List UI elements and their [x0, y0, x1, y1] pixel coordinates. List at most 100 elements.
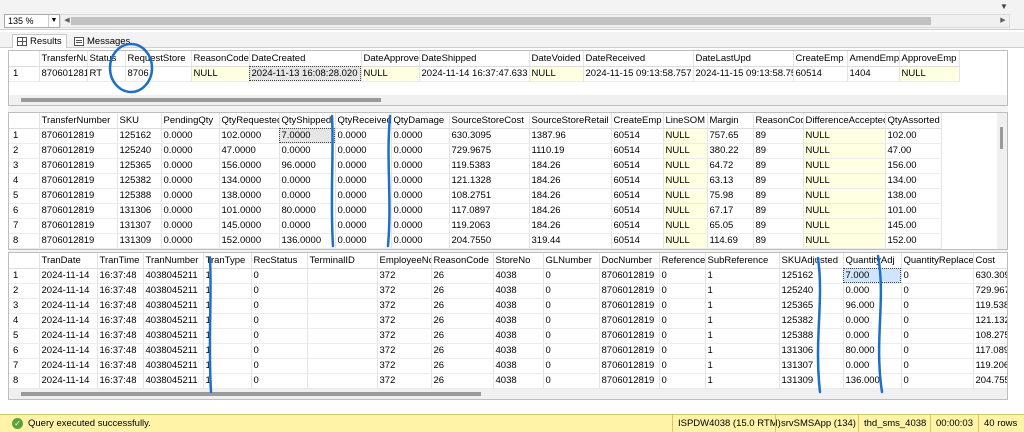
table-cell[interactable]: 108.2751 — [449, 188, 530, 204]
table-cell[interactable]: 152.00 — [885, 233, 942, 249]
table-cell[interactable]: 1 — [705, 358, 780, 374]
table-cell[interactable]: 0 — [543, 373, 600, 389]
table-cell[interactable] — [307, 298, 378, 314]
table-cell[interactable]: 0 — [901, 328, 974, 344]
table-cell[interactable]: 47.00 — [885, 143, 942, 159]
table-cell[interactable]: 0.0000 — [335, 218, 392, 234]
table-cell[interactable]: 0 — [251, 343, 308, 359]
editor-horizontal-scrollbar[interactable]: ◀ ▶ — [60, 14, 1010, 28]
table-cell[interactable]: 372 — [377, 358, 432, 374]
column-header[interactable] — [9, 113, 40, 129]
table-cell[interactable]: 8706012819 — [39, 188, 118, 204]
table-cell[interactable]: 89 — [753, 173, 804, 189]
table-cell[interactable]: 1 — [203, 313, 252, 329]
table-cell[interactable]: 0 — [543, 298, 600, 314]
grid-3-horizontal-scrollbar[interactable] — [9, 389, 1007, 399]
table-row[interactable]: 8 8706012819 131309 0.0000 152.0000 136.0000 0… — [9, 233, 942, 249]
table-cell[interactable]: 4038 — [493, 268, 544, 284]
table-cell[interactable]: 0 — [251, 373, 308, 389]
table-cell[interactable]: 0.000 — [843, 358, 902, 374]
table-cell[interactable]: 1 — [203, 298, 252, 314]
table-cell[interactable]: 0.0000 — [335, 128, 392, 144]
table-cell[interactable]: 125365 — [779, 298, 844, 314]
row-number[interactable]: 1 — [9, 66, 40, 82]
table-cell[interactable]: 101.0000 — [219, 203, 280, 219]
table-cell[interactable]: 0.0000 — [161, 143, 220, 159]
table-cell[interactable]: 60514 — [611, 188, 664, 204]
table-cell[interactable]: 0.0000 — [391, 143, 450, 159]
table-cell[interactable]: 16:37:48 — [97, 373, 144, 389]
table-cell[interactable]: 1 — [705, 268, 780, 284]
table-cell[interactable]: NULL — [663, 233, 708, 249]
column-header[interactable]: ApproveEmp — [899, 51, 960, 67]
table-cell[interactable]: 184.26 — [529, 188, 612, 204]
table-cell[interactable]: 8706 — [125, 66, 192, 82]
column-header[interactable]: QtyDamage — [391, 113, 450, 129]
table-cell[interactable]: 26 — [431, 328, 494, 344]
table-cell[interactable]: 4038045211 — [143, 298, 204, 314]
column-header[interactable]: QtyShipped — [279, 113, 336, 129]
column-header[interactable]: SKUAdjusted — [779, 253, 844, 269]
table-cell[interactable]: 8706012819 — [39, 143, 118, 159]
column-header[interactable]: DateLastUpd — [693, 51, 794, 67]
table-cell[interactable]: 64.72 — [707, 158, 754, 174]
table-cell[interactable]: NULL — [191, 66, 250, 82]
table-cell[interactable]: NULL — [803, 173, 886, 189]
table-cell[interactable]: NULL — [663, 218, 708, 234]
table-cell[interactable]: 8706012819 — [599, 313, 660, 329]
table-cell[interactable]: 8706012819 — [599, 268, 660, 284]
table-cell[interactable]: 0.0000 — [279, 173, 336, 189]
table-cell[interactable]: 8706012819 — [599, 298, 660, 314]
table-cell[interactable]: 136.000 — [843, 373, 902, 389]
table-row[interactable]: 3 2024-11-14 16:37:48 4038045211 1 0 372 26 4038… — [9, 298, 1007, 314]
table-cell[interactable]: 8706012819 — [599, 283, 660, 299]
table-cell[interactable]: 16:37:48 — [97, 268, 144, 284]
column-header[interactable]: DateReceived — [583, 51, 694, 67]
row-number[interactable]: 3 — [9, 298, 40, 314]
table-cell[interactable]: 0.0000 — [161, 218, 220, 234]
column-header[interactable]: GLNumber — [543, 253, 600, 269]
table-cell[interactable]: 380.22 — [707, 143, 754, 159]
table-cell[interactable]: 204.7550 — [449, 233, 530, 249]
result-grid-1[interactable]: TransferNumberStatusRequestStoreReasonCo… — [8, 50, 1008, 106]
column-header[interactable]: QuantityReplace — [901, 253, 974, 269]
row-number[interactable]: 5 — [9, 328, 40, 344]
scroll-down-icon[interactable]: ▼ — [1000, 2, 1010, 16]
table-cell[interactable]: 2024-11-14 — [39, 358, 98, 374]
table-cell[interactable]: 4038045211 — [143, 358, 204, 374]
table-cell[interactable]: 8706012819 — [599, 358, 660, 374]
table-cell[interactable]: 1 — [705, 283, 780, 299]
column-header[interactable]: DateCreated — [249, 51, 362, 67]
table-cell[interactable]: 0.0000 — [335, 143, 392, 159]
table-row[interactable]: 5 8706012819 125388 0.0000 138.0000 0.0000 0.0… — [9, 188, 942, 204]
table-cell[interactable]: 1 — [203, 328, 252, 344]
table-cell[interactable]: NULL — [803, 233, 886, 249]
table-cell[interactable]: NULL — [529, 66, 584, 82]
table-cell[interactable]: 0 — [901, 283, 974, 299]
table-cell[interactable]: NULL — [663, 143, 708, 159]
table-cell[interactable]: 0 — [543, 343, 600, 359]
table-cell[interactable]: 0.000 — [843, 328, 902, 344]
table-cell[interactable]: 16:37:48 — [97, 358, 144, 374]
table-cell[interactable]: 0.0000 — [391, 158, 450, 174]
table-cell[interactable]: 0 — [251, 328, 308, 344]
table-cell[interactable]: 319.44 — [529, 233, 612, 249]
table-cell[interactable]: 0.0000 — [391, 188, 450, 204]
table-cell[interactable]: 119.538 — [973, 298, 1007, 314]
table-row[interactable]: 2 8706012819 125240 0.0000 47.0000 0.0000 0.00… — [9, 143, 942, 159]
table-cell[interactable]: 0.0000 — [335, 188, 392, 204]
column-header[interactable]: ReasonCode — [753, 113, 804, 129]
table-cell[interactable]: 89 — [753, 143, 804, 159]
table-cell[interactable]: 26 — [431, 313, 494, 329]
table-cell[interactable]: 89 — [753, 218, 804, 234]
table-cell[interactable]: 0 — [543, 328, 600, 344]
table-row[interactable]: 1 8706012819 125162 0.0000 102.0000 7.0000 0.0… — [9, 128, 942, 144]
result-grid-2[interactable]: TransferNumber SKU PendingQty QtyRequested Q… — [8, 112, 1008, 250]
table-cell[interactable]: NULL — [663, 203, 708, 219]
table-cell[interactable]: 0.0000 — [161, 233, 220, 249]
table-cell[interactable]: NULL — [663, 158, 708, 174]
table-row[interactable]: 18706012819RT8706NULL2024-11-13 16:08:28… — [9, 66, 960, 82]
grid-1-horizontal-scrollbar[interactable] — [9, 95, 1007, 105]
table-cell[interactable]: 26 — [431, 373, 494, 389]
table-cell[interactable]: 4038045211 — [143, 343, 204, 359]
